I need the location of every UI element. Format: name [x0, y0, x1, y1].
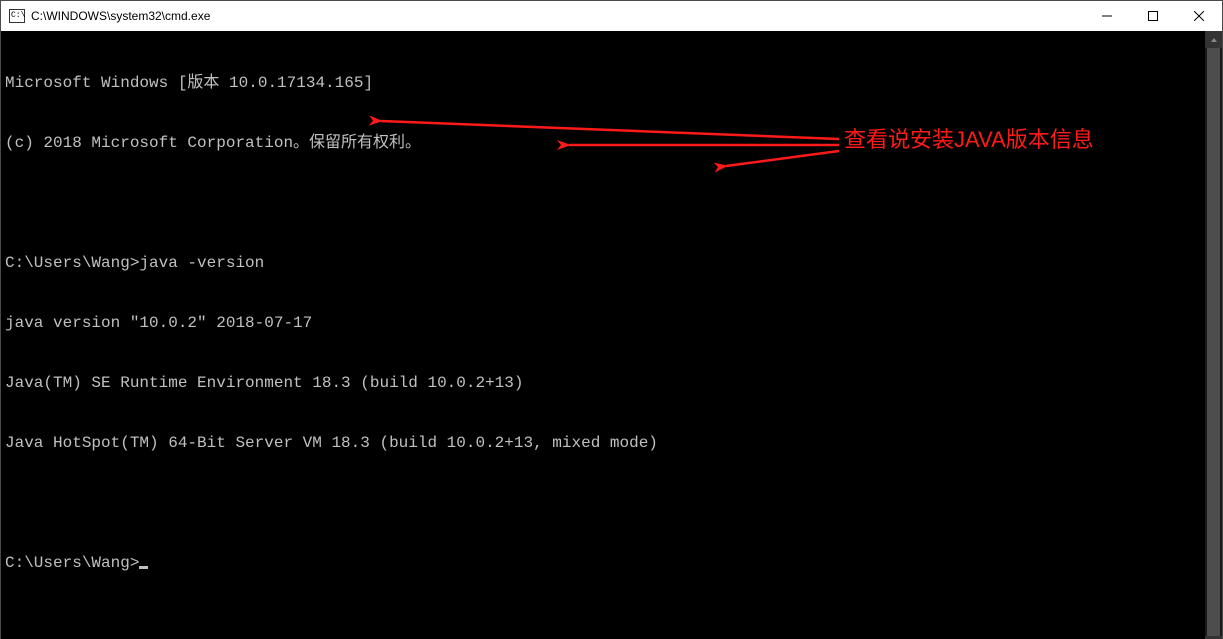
maximize-icon	[1148, 11, 1158, 21]
minimize-button[interactable]	[1084, 1, 1130, 31]
chevron-up-icon	[1210, 36, 1218, 44]
output-line	[5, 193, 1205, 213]
cursor	[139, 566, 148, 569]
scroll-up-button[interactable]	[1205, 31, 1222, 48]
close-button[interactable]	[1176, 1, 1222, 31]
prompt-text: C:\Users\Wang>	[5, 554, 139, 572]
prompt-line: C:\Users\Wang>	[5, 553, 1205, 573]
output-line	[5, 493, 1205, 513]
client-area: Microsoft Windows [版本 10.0.17134.165] (c…	[1, 31, 1222, 639]
output-line: Microsoft Windows [版本 10.0.17134.165]	[5, 73, 1205, 93]
window-title: C:\WINDOWS\system32\cmd.exe	[31, 9, 210, 23]
output-line: Java HotSpot(TM) 64-Bit Server VM 18.3 (…	[5, 433, 1205, 453]
terminal-output[interactable]: Microsoft Windows [版本 10.0.17134.165] (c…	[1, 31, 1205, 639]
cmd-icon: C:\	[9, 9, 25, 23]
annotation-layer: 查看说安装JAVA版本信息	[1, 31, 1205, 639]
close-icon	[1194, 11, 1204, 21]
output-line: java version "10.0.2" 2018-07-17	[5, 313, 1205, 333]
minimize-icon	[1102, 11, 1112, 21]
maximize-button[interactable]	[1130, 1, 1176, 31]
output-line: (c) 2018 Microsoft Corporation。保留所有权利。	[5, 133, 1205, 153]
titlebar[interactable]: C:\ C:\WINDOWS\system32\cmd.exe	[1, 1, 1222, 31]
output-line: C:\Users\Wang>java -version	[5, 253, 1205, 273]
annotation-arrow	[1, 31, 1207, 639]
vertical-scrollbar[interactable]	[1205, 31, 1222, 639]
cmd-window: C:\ C:\WINDOWS\system32\cmd.exe Microsof…	[0, 0, 1223, 639]
scroll-thumb[interactable]	[1207, 48, 1220, 636]
scroll-track[interactable]	[1205, 48, 1222, 636]
output-line: Java(TM) SE Runtime Environment 18.3 (bu…	[5, 373, 1205, 393]
